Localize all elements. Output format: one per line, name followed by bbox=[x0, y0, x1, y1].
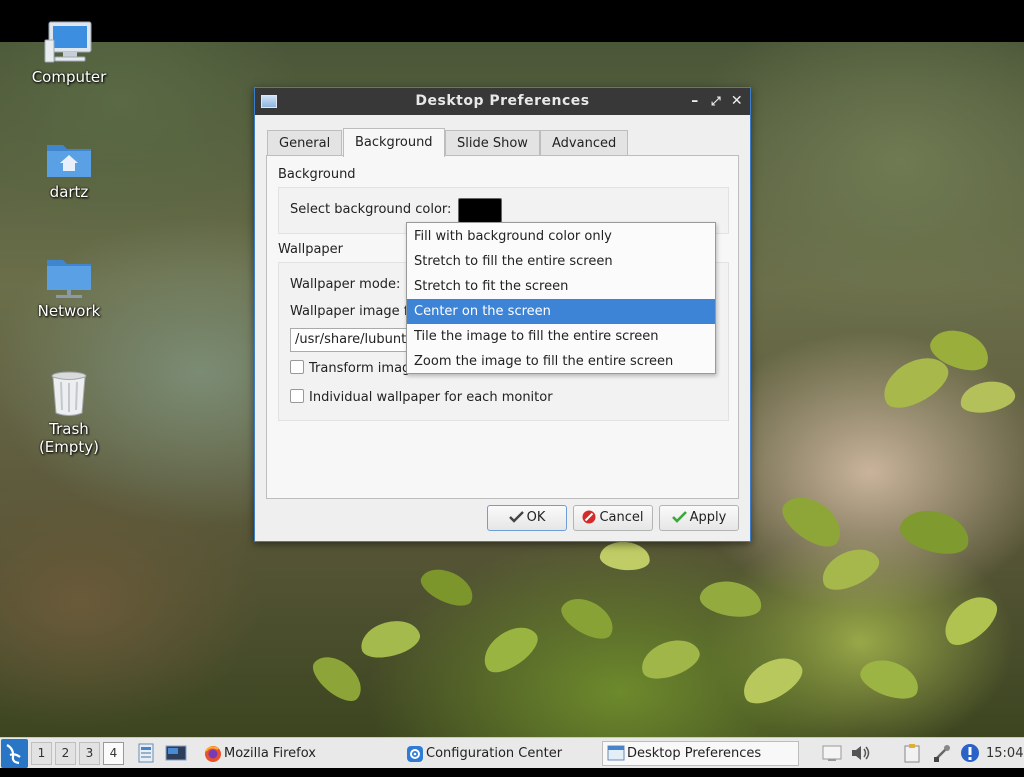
individual-wallpaper-checkbox-row[interactable]: Individual wallpaper for each monitor bbox=[290, 389, 553, 407]
file-manager-launcher[interactable] bbox=[137, 743, 155, 768]
title-bar[interactable]: Desktop Preferences – ⤢ ✕ bbox=[255, 88, 750, 115]
mode-option[interactable]: Fill with background color only bbox=[407, 224, 715, 249]
mode-option[interactable]: Stretch to fit the screen bbox=[407, 274, 715, 299]
apply-button[interactable]: Apply bbox=[659, 505, 739, 531]
individual-wallpaper-checkbox[interactable] bbox=[290, 389, 304, 403]
maximize-button[interactable]: ⤢ bbox=[706, 88, 726, 115]
task-configuration-center[interactable]: Configuration Center bbox=[402, 741, 597, 766]
tray-updates[interactable] bbox=[960, 742, 980, 767]
tray-clipboard[interactable] bbox=[902, 743, 924, 768]
mode-option-selected[interactable]: Center on the screen bbox=[407, 299, 715, 324]
workspace-3[interactable]: 3 bbox=[79, 742, 100, 765]
show-desktop-launcher[interactable] bbox=[165, 743, 187, 768]
tab-background[interactable]: Background bbox=[343, 128, 445, 157]
background-group-title: Background bbox=[278, 167, 356, 182]
desktop-icon-trash[interactable]: Trash (Empty) bbox=[9, 370, 129, 456]
tray-display-launcher[interactable] bbox=[822, 744, 842, 769]
desktop-icon-label: Computer bbox=[31, 68, 107, 86]
individual-wallpaper-label: Individual wallpaper for each monitor bbox=[309, 390, 553, 405]
transform-image-label: Transform imag bbox=[309, 361, 411, 376]
wallpaper-mode-dropdown[interactable]: Fill with background color only Stretch … bbox=[406, 222, 716, 374]
task-firefox[interactable]: Mozilla Firefox bbox=[200, 741, 395, 766]
firefox-icon bbox=[205, 746, 221, 762]
workspace-2[interactable]: 2 bbox=[55, 742, 76, 765]
wallpaper-image-label: Wallpaper image f bbox=[290, 304, 409, 319]
task-desktop-preferences[interactable]: Desktop Preferences bbox=[602, 741, 799, 766]
task-label: Mozilla Firefox bbox=[224, 746, 316, 761]
volume-icon bbox=[852, 746, 870, 760]
taskbar: 1 2 3 4 Mozilla Firefox Configuration Ce… bbox=[0, 737, 1024, 768]
window-icon bbox=[607, 745, 625, 761]
desktop-icon-label: Network bbox=[37, 302, 101, 320]
mode-option[interactable]: Stretch to fill the entire screen bbox=[407, 249, 715, 274]
workspace-1[interactable]: 1 bbox=[31, 742, 52, 765]
ok-button-label: OK bbox=[526, 510, 546, 525]
computer-icon bbox=[44, 21, 92, 63]
mode-option[interactable]: Tile the image to fill the entire screen bbox=[407, 324, 715, 349]
mode-option[interactable]: Zoom the image to fill the entire screen bbox=[407, 349, 715, 374]
transform-image-checkbox[interactable] bbox=[290, 360, 304, 374]
workspace-4[interactable]: 4 bbox=[103, 742, 124, 765]
desktop-icon-label-line1: Trash bbox=[49, 420, 89, 438]
wallpaper-mode-label: Wallpaper mode: bbox=[290, 277, 401, 292]
transform-image-checkbox-row[interactable]: Transform imag bbox=[290, 360, 410, 378]
apply-check-icon bbox=[671, 511, 687, 523]
desktop-icon-home[interactable]: dartz bbox=[9, 137, 129, 201]
tab-slide-show[interactable]: Slide Show bbox=[445, 130, 540, 156]
trash-icon bbox=[51, 371, 87, 416]
window-title: Desktop Preferences bbox=[415, 93, 590, 109]
task-label: Configuration Center bbox=[426, 746, 563, 761]
window-app-icon bbox=[261, 95, 277, 108]
tray-volume[interactable] bbox=[850, 744, 872, 769]
task-label: Desktop Preferences bbox=[627, 746, 762, 761]
lubuntu-logo-icon bbox=[6, 744, 21, 765]
desktop-icon-computer[interactable]: Computer bbox=[9, 20, 129, 86]
clipboard-icon bbox=[904, 744, 920, 763]
cancel-icon bbox=[582, 510, 596, 524]
display-icon bbox=[822, 745, 842, 761]
network-icon bbox=[934, 745, 950, 762]
ok-button[interactable]: OK bbox=[487, 505, 567, 531]
tab-advanced[interactable]: Advanced bbox=[540, 130, 629, 156]
desktop-icon-label-line2: (Empty) bbox=[38, 438, 100, 456]
home-folder-icon bbox=[47, 145, 91, 177]
show-desktop-icon bbox=[165, 745, 187, 761]
background-color-label: Select background color: bbox=[290, 202, 452, 217]
cancel-button[interactable]: Cancel bbox=[573, 505, 653, 531]
checkmark-icon bbox=[508, 511, 524, 523]
close-button[interactable]: ✕ bbox=[727, 88, 747, 115]
desktop-icon-network[interactable]: Network bbox=[9, 254, 129, 320]
tab-general[interactable]: General bbox=[267, 130, 343, 156]
apply-button-label: Apply bbox=[689, 510, 727, 525]
tray-network[interactable] bbox=[932, 743, 952, 768]
background-color-button[interactable] bbox=[458, 198, 502, 223]
start-menu-button[interactable] bbox=[1, 739, 28, 768]
minimize-button[interactable]: – bbox=[685, 88, 705, 115]
network-folder-icon bbox=[47, 260, 91, 298]
info-icon bbox=[961, 744, 979, 762]
wallpaper-image-path-input[interactable]: /usr/share/lubuntu bbox=[290, 328, 410, 352]
file-manager-icon bbox=[138, 743, 154, 763]
wallpaper-group-title: Wallpaper bbox=[278, 242, 344, 257]
desktop-icon-label: dartz bbox=[49, 183, 89, 201]
clock[interactable]: 15:04 bbox=[986, 741, 1023, 766]
cancel-button-label: Cancel bbox=[599, 510, 644, 525]
settings-icon bbox=[407, 746, 423, 762]
